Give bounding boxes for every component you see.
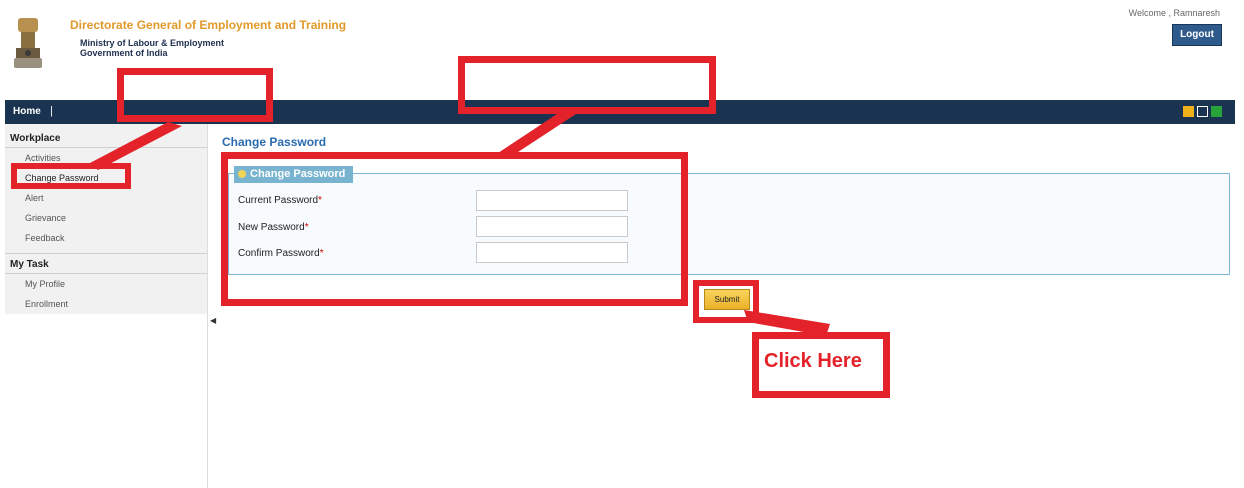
annotation-fill-details: Fill in the details [484,66,641,88]
annotation-click-here-bottom: Click Here [764,350,862,372]
annotation-click-here-top: Click Here [128,80,226,102]
annotation-box-form [221,152,688,306]
annotation-box-change-password-link [11,163,131,189]
connector-fill-details [498,112,576,156]
annotation-box-submit [693,280,759,323]
